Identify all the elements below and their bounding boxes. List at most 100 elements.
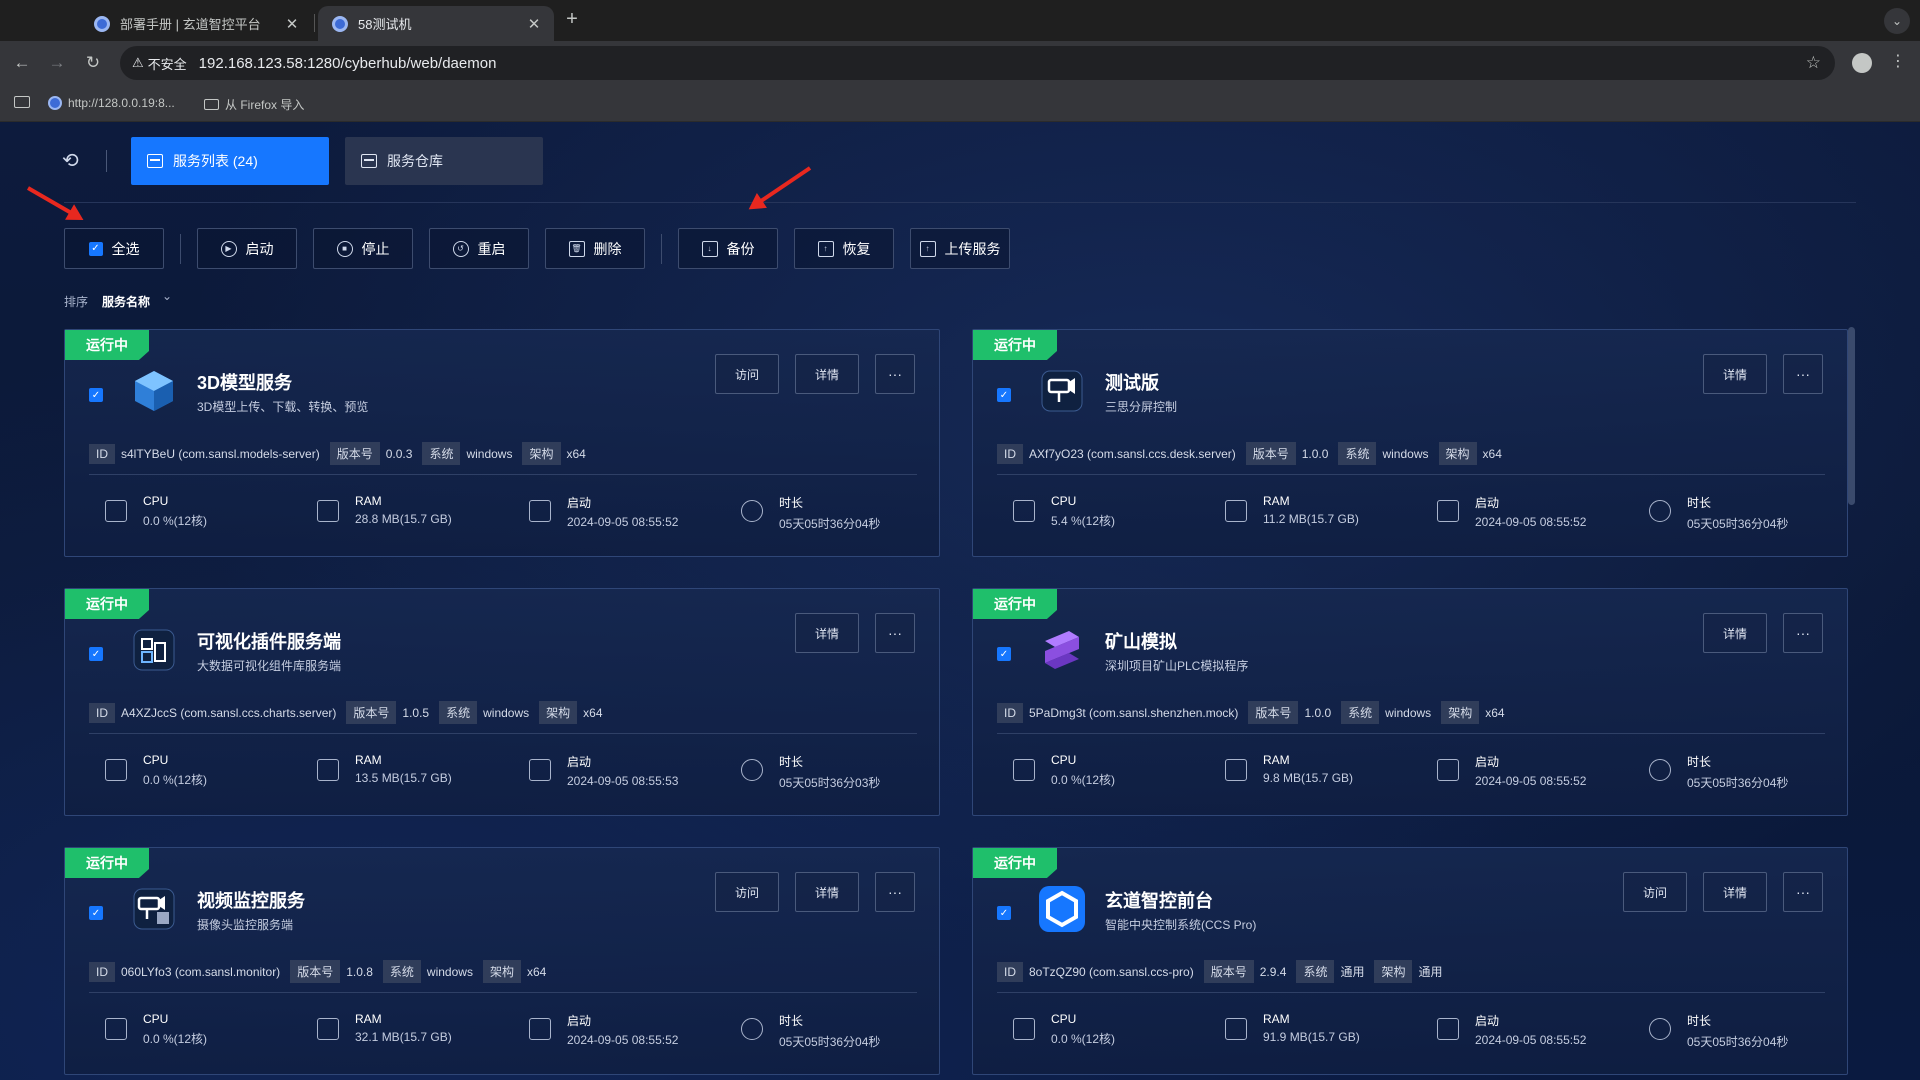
meta-key: ID [89,443,115,464]
sort-dropdown[interactable]: 服务名称 [102,293,150,310]
restart-button[interactable]: ↺ 重启 [429,228,529,269]
stat-label: 启动 [1475,755,1500,769]
meta-key: 系统 [439,701,478,724]
checkbox-checked-icon: ✓ [88,241,103,256]
stat-start: 启动 2024-09-05 08:55:52 [1437,1012,1586,1047]
detail-button[interactable]: 详情 [795,354,859,394]
stat-value: 2024-09-05 08:55:52 [567,1033,679,1047]
more-actions-button[interactable]: ··· [875,613,915,653]
browser-tab-58-test[interactable]: 58测试机 ✕ [318,6,554,41]
service-card[interactable]: 运行中 ✓ 3D模型服务 3D模型上传、下载、转换、预览 ··· 详情 访问 ID … [64,329,940,557]
calendar-icon [529,759,551,781]
site-favicon-icon [94,15,110,32]
card-divider [89,992,917,993]
service-version: 1.0.0 [1301,446,1329,461]
service-card[interactable]: 运行中 ✓ 测试版 三思分屏控制 ··· 详情 ID AXf7yO23 (com.… [972,329,1848,557]
service-checkbox[interactable]: ✓ [997,388,1011,402]
card-divider [89,733,917,734]
service-checkbox[interactable]: ✓ [89,647,103,661]
upload-service-button[interactable]: ↑ 上传服务 [910,228,1010,269]
tab-search-chevron-icon[interactable]: ⌄ [1884,8,1910,34]
more-actions-button[interactable]: ··· [875,872,915,912]
more-actions-button[interactable]: ··· [1783,613,1823,653]
close-tab-icon[interactable]: ✕ [284,15,300,33]
stat-label: RAM [1263,753,1290,767]
bookmark-star-icon[interactable]: ☆ [1806,53,1821,73]
visit-button[interactable]: 访问 [715,872,779,912]
forward-arrow-icon[interactable]: → [45,51,69,75]
close-tab-icon[interactable]: ✕ [526,15,542,33]
scrollbar-thumb[interactable] [1848,327,1855,505]
more-actions-button[interactable]: ··· [1783,354,1823,394]
stat-ram: RAM 11.2 MB(15.7 GB) [1225,494,1359,526]
bookmark-folder-firefox[interactable]: 从 Firefox 导入 [204,96,304,113]
new-tab-plus-icon[interactable]: + [562,8,582,31]
stat-value: 0.0 %(12核) [1051,773,1116,787]
select-all-button[interactable]: ✓ 全选 [64,228,164,269]
stat-label: 启动 [1475,1014,1500,1028]
more-icon: ··· [888,884,902,900]
more-actions-button[interactable]: ··· [1783,872,1823,912]
service-card[interactable]: 运行中 ✓ 可视化插件服务端 大数据可视化组件库服务端 ··· 详情 ID A4X… [64,588,940,816]
service-card[interactable]: 运行中 ✓ 视频监控服务 摄像头监控服务端 ··· 详情 访问 ID 060LYfo… [64,847,940,1075]
detail-button[interactable]: 详情 [1703,354,1767,394]
service-version: 1.0.0 [1304,705,1332,720]
chevron-down-icon[interactable]: ⌄ [162,289,172,303]
visit-button[interactable]: 访问 [715,354,779,394]
back-arrow-icon[interactable]: ← [10,51,34,75]
apps-folder-icon[interactable] [14,96,30,108]
detail-button[interactable]: 详情 [795,613,859,653]
detail-button[interactable]: 详情 [1703,872,1767,912]
button-label: 详情 [814,885,839,900]
memory-icon [1225,759,1247,781]
detail-button[interactable]: 详情 [795,872,859,912]
restore-button[interactable]: ↑ 恢复 [794,228,894,269]
service-checkbox[interactable]: ✓ [89,906,103,920]
stat-label: 时长 [779,1014,804,1028]
browser-toolbar: ← → ↻ ⚠ 不安全 192.168.123.58:1280/cyberhub… [0,41,1920,86]
service-card[interactable]: 运行中 ✓ 矿山模拟 深圳项目矿山PLC模拟程序 ··· 详情 ID 5PaDmg… [972,588,1848,816]
detail-button[interactable]: 详情 [1703,613,1767,653]
browser-tab-deploy-manual[interactable]: 部署手册 | 玄道智控平台 ✕ [80,6,312,41]
cpu-chip-icon [1013,500,1035,522]
stat-label: 启动 [567,755,592,769]
tab-service-list[interactable]: 服务列表 (24) [131,137,329,185]
delete-button[interactable]: 🗑 删除 [545,228,645,269]
meta-key: 系统 [422,442,461,465]
service-checkbox[interactable]: ✓ [997,906,1011,920]
stat-label: 启动 [567,496,592,510]
cpu-chip-icon [105,759,127,781]
stat-label: 启动 [567,1014,592,1028]
more-actions-button[interactable]: ··· [875,354,915,394]
tab-service-repo[interactable]: 服务仓库 [345,137,543,185]
monitor-logo-icon [1035,364,1089,418]
button-label: 备份 [726,240,755,257]
service-card[interactable]: 运行中 ✓ 玄道智控前台 智能中央控制系统(CCS Pro) ··· 详情 访问 I… [972,847,1848,1075]
stat-label: 时长 [1687,1014,1712,1028]
security-indicator[interactable]: ⚠ 不安全 [132,54,187,73]
browser-menu-kebab-icon[interactable]: ⋮ [1890,51,1906,71]
repository-icon [361,154,377,168]
bookmark-item[interactable]: http://128.0.0.19:8... [48,96,175,110]
reload-icon[interactable]: ↻ [81,51,105,75]
url-text[interactable]: 192.168.123.58:1280/cyberhub/web/daemon [199,55,497,72]
service-os: windows [466,446,513,461]
start-button[interactable]: ▶ 启动 [197,228,297,269]
backup-button[interactable]: ↓ 备份 [678,228,778,269]
folder-icon [204,99,219,110]
service-checkbox[interactable]: ✓ [89,388,103,402]
stop-button[interactable]: ■ 停止 [313,228,413,269]
stat-label: RAM [1263,1012,1290,1026]
stat-value: 91.9 MB(15.7 GB) [1263,1030,1360,1044]
undo-back-icon[interactable]: ⟲ [62,148,79,173]
button-label: 全选 [111,240,140,257]
service-id: s4lTYBeU (com.sansl.models-server) [121,446,320,461]
meta-key: 版本号 [346,701,397,724]
stat-value: 28.8 MB(15.7 GB) [355,512,452,526]
service-checkbox[interactable]: ✓ [997,647,1011,661]
visit-button[interactable]: 访问 [1623,872,1687,912]
list-icon [147,154,163,168]
meta-key: 架构 [1374,960,1413,983]
profile-avatar-icon[interactable] [1852,53,1872,73]
address-bar[interactable]: ⚠ 不安全 192.168.123.58:1280/cyberhub/web/d… [120,46,1835,80]
